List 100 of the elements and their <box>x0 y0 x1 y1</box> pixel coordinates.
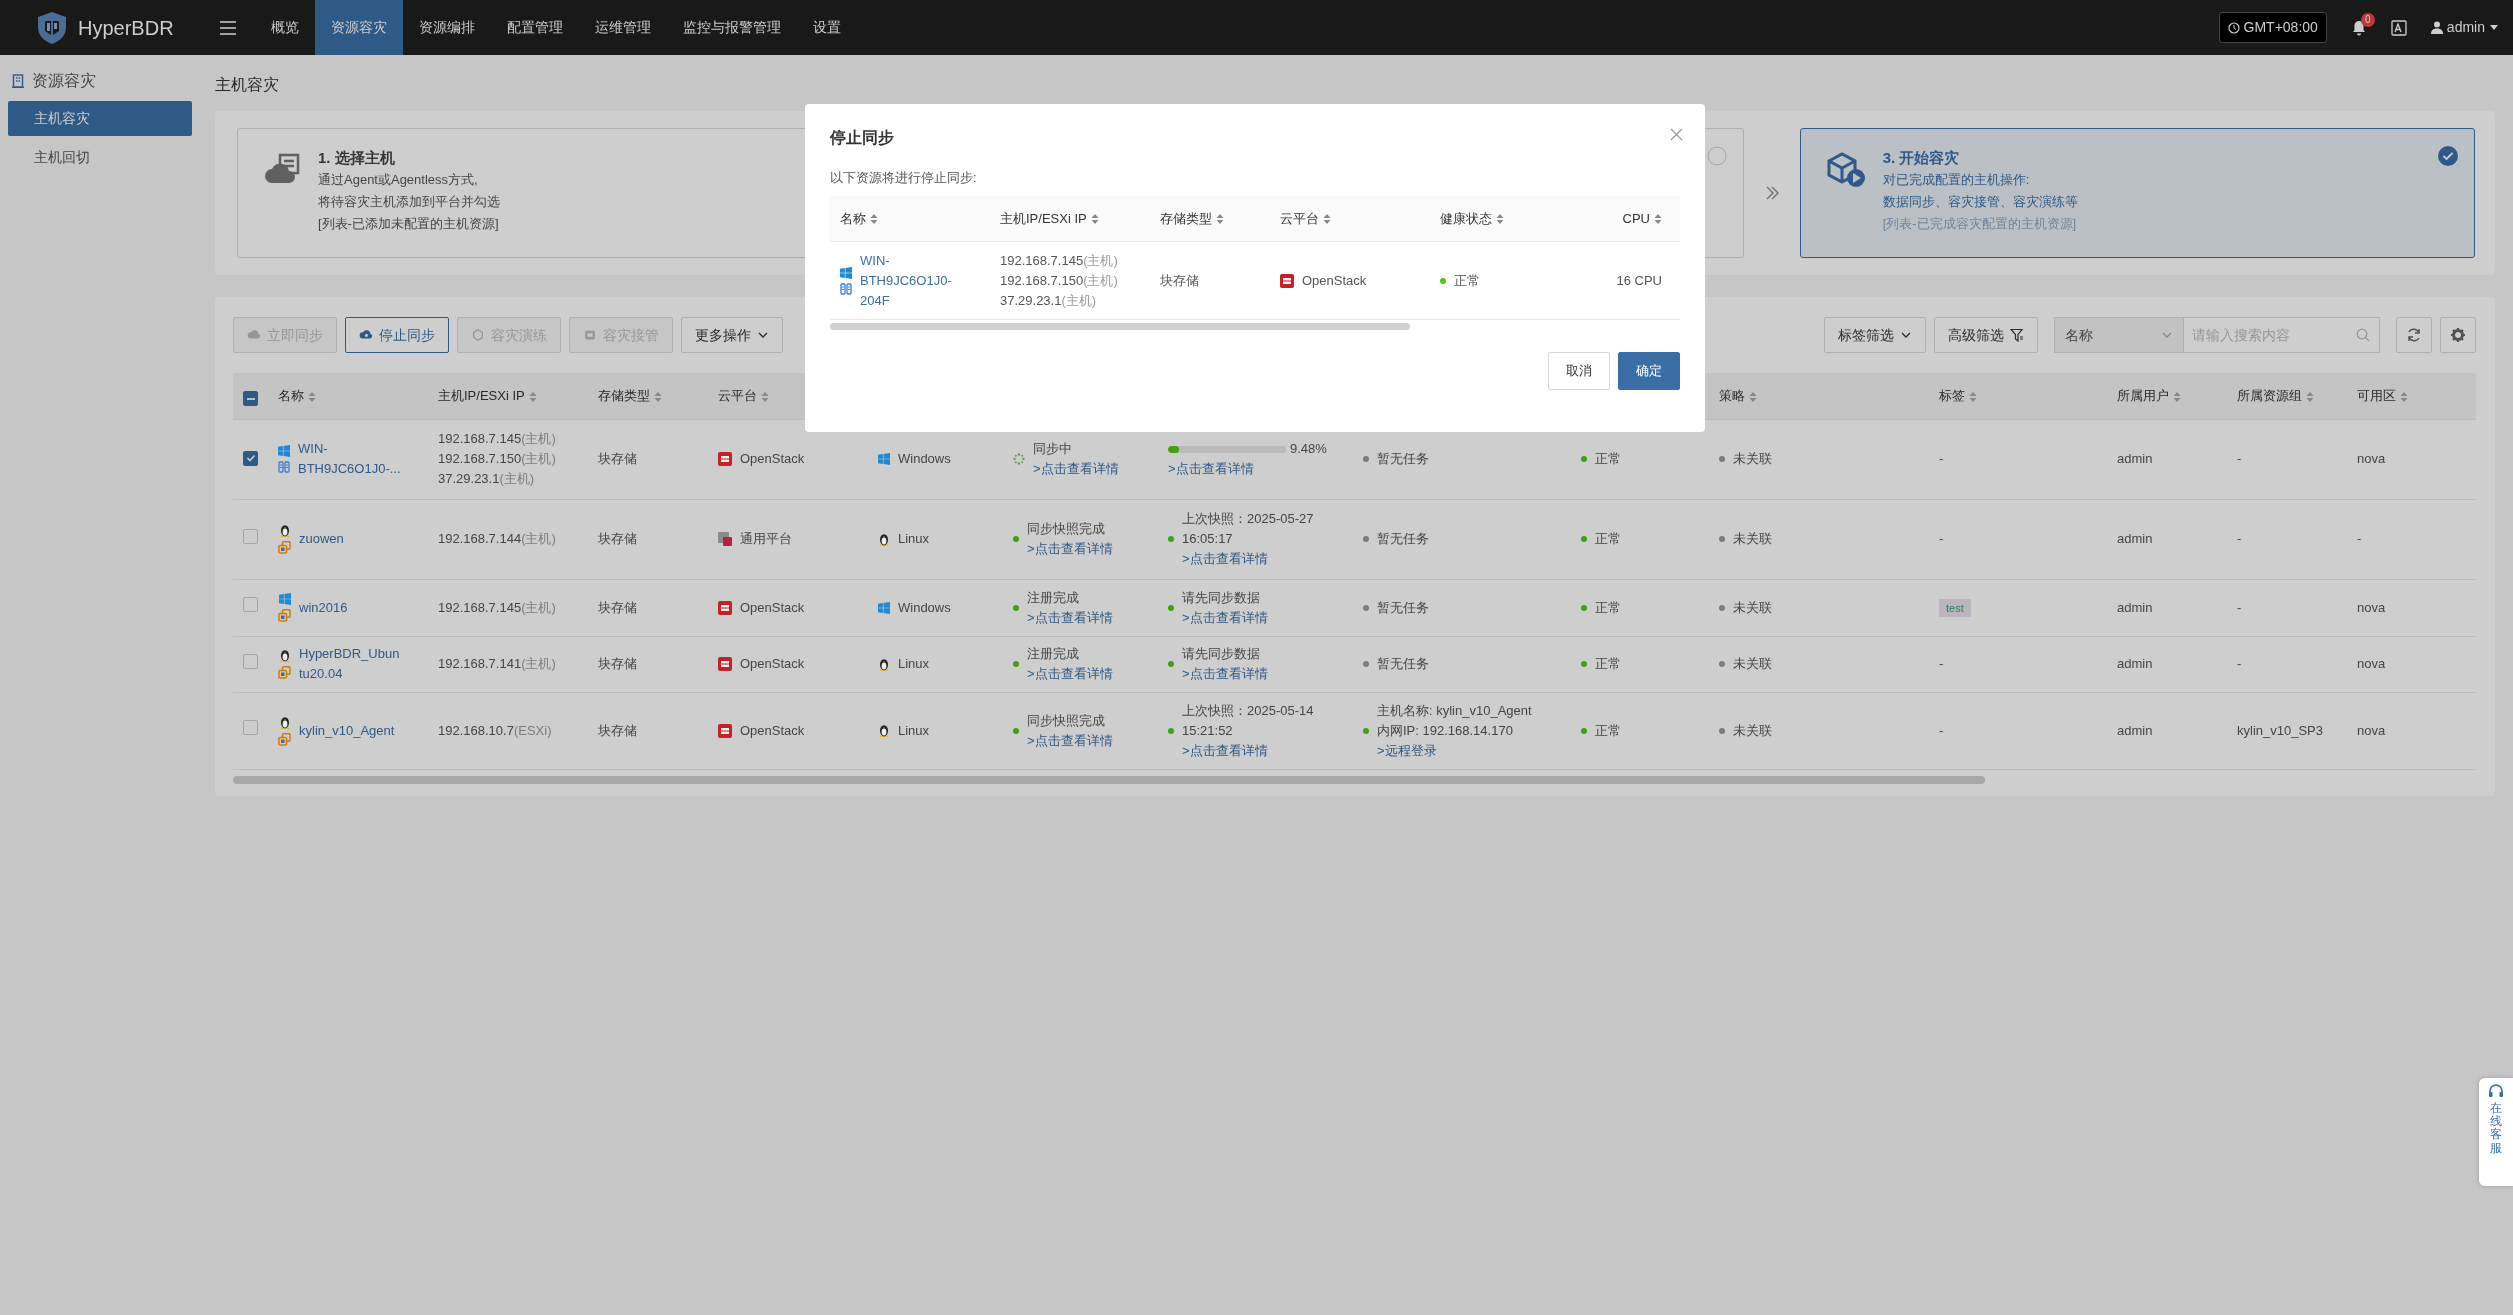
detail-link[interactable]: >点击查看详情 <box>1033 461 1119 476</box>
confirm-button[interactable]: 确定 <box>1618 352 1680 390</box>
menu-icon[interactable] <box>218 19 237 36</box>
chat-widget[interactable]: 在线客服 <box>2479 1078 2513 1186</box>
settings-button[interactable] <box>2440 317 2476 353</box>
step-note: [列表-已完成容灾配置的主机资源] <box>1882 215 2078 233</box>
close-button[interactable] <box>1670 128 1683 141</box>
sort-icon[interactable] <box>1969 390 1977 403</box>
refresh-button[interactable] <box>2396 317 2432 353</box>
sort-icon[interactable] <box>1749 390 1757 403</box>
page-title: 主机容灾 <box>215 75 280 95</box>
storage-type: 块存储 <box>598 722 637 738</box>
notification-badge: 0 <box>2360 12 2375 27</box>
host-name-link[interactable]: WIN- BTH9JC6O1J0-... <box>298 439 401 479</box>
radio-circle-icon[interactable] <box>1706 146 1727 167</box>
sort-icon[interactable] <box>1323 213 1331 226</box>
detail-link[interactable]: >点击查看详情 <box>1182 742 1268 758</box>
penguin-icon <box>878 532 890 546</box>
action-button[interactable]: 停止同步 <box>345 317 449 353</box>
host-name-link[interactable]: zuowen <box>299 529 344 549</box>
nav-tab[interactable]: 运维管理 <box>578 0 667 55</box>
table-cell: kylin_v10_SP3 <box>2237 722 2323 738</box>
detail-link[interactable]: >点击查看详情 <box>1027 541 1113 556</box>
sort-icon[interactable] <box>761 390 769 403</box>
task-info: 主机名称: kylin_v10_Agent <box>1377 701 1532 720</box>
timezone-display[interactable]: GMT+08:00 <box>2218 12 2327 43</box>
sort-icon[interactable] <box>2400 390 2408 403</box>
checkbox[interactable] <box>243 653 258 669</box>
column-header: 名称 <box>840 210 866 226</box>
filter-icon <box>2010 328 2024 342</box>
detail-link[interactable]: >点击查看详情 <box>1168 461 1254 476</box>
column-header: 存储类型 <box>598 388 650 403</box>
sort-icon[interactable] <box>870 213 878 226</box>
sort-icon[interactable] <box>2306 390 2314 403</box>
cancel-button[interactable]: 取消 <box>1548 352 1610 390</box>
checkbox[interactable] <box>243 597 258 612</box>
column-header: 云平台 <box>718 388 757 403</box>
caret-icon[interactable] <box>2489 23 2499 32</box>
sort-icon[interactable] <box>654 390 662 403</box>
sort-icon[interactable] <box>1216 213 1224 226</box>
host-name-link[interactable]: kylin_v10_Agent <box>299 720 395 741</box>
horizontal-scrollbar[interactable] <box>233 775 1985 784</box>
nav-tab[interactable]: 资源编排 <box>402 0 491 55</box>
checkbox[interactable] <box>243 450 258 466</box>
task-info: 暂无任务 <box>1377 530 1429 548</box>
advanced-filter-button[interactable]: 高级筛选 <box>1934 317 2038 353</box>
ip-address: 192.168.10.7(ESXi) <box>438 721 553 740</box>
host-name-link[interactable]: HyperBDR_Ubun tu20.04 <box>299 644 400 684</box>
detail-link[interactable]: >点击查看详情 <box>1027 609 1113 625</box>
remote-login-link[interactable]: >远程登录 <box>1377 742 1437 758</box>
nav-tab[interactable]: 概览 <box>254 0 315 55</box>
step-card[interactable]: 3. 开始容灾 对已完成配置的主机操作: 数据同步、容灾接管、容灾演练等 [列表-已完成容灾配置的主机资源] <box>1799 128 2475 258</box>
sort-icon[interactable] <box>2173 390 2181 403</box>
sort-icon[interactable] <box>1654 213 1662 226</box>
sidebar-item[interactable]: 主机回切 <box>8 140 192 175</box>
table-cell: - <box>1939 656 1944 671</box>
detail-link[interactable]: >点击查看详情 <box>1182 666 1268 681</box>
policy-status: 未关联 <box>1733 598 1772 617</box>
user-name[interactable]: admin <box>2446 17 2485 38</box>
windows-icon <box>840 266 852 279</box>
detail-link[interactable]: >点击查看详情 <box>1027 732 1113 748</box>
nav-tab[interactable]: 资源容灾 <box>314 0 403 55</box>
sort-icon[interactable] <box>528 390 537 403</box>
snapshot-info: 请先同步数据 <box>1182 645 1261 663</box>
ip-address: 192.168.7.141(主机) <box>438 655 557 673</box>
horizontal-scrollbar[interactable] <box>830 323 1410 330</box>
brand-name: HyperBDR <box>78 15 174 41</box>
step-title: 1. 选择主机 <box>318 148 396 168</box>
table-cell: - <box>2237 451 2242 466</box>
sort-icon[interactable] <box>1496 213 1504 226</box>
table-cell: - <box>1939 531 1944 546</box>
detail-link[interactable]: >点击查看详情 <box>1182 551 1268 566</box>
server-icon <box>278 461 290 473</box>
policy-status: 未关联 <box>1733 450 1772 468</box>
windows-icon <box>278 593 291 605</box>
tag-filter-dropdown[interactable]: 标签筛选 <box>1824 317 1926 353</box>
more-actions-dropdown[interactable]: 更多操作 <box>681 317 783 353</box>
nav-tab[interactable]: 设置 <box>796 0 857 55</box>
chat-label[interactable]: 在线客服 <box>2490 1102 2502 1155</box>
cloud-platform-name: OpenStack <box>740 598 805 617</box>
host-name-link[interactable]: win2016 <box>299 597 348 618</box>
checkbox[interactable] <box>243 391 258 406</box>
storage-type: 块存储 <box>598 599 637 615</box>
bell-icon[interactable] <box>2350 19 2367 36</box>
checkbox[interactable] <box>243 528 258 544</box>
search-field-select[interactable]: 名称 <box>2054 317 2184 353</box>
translate-icon[interactable] <box>2390 19 2407 36</box>
refresh-icon <box>2406 327 2422 343</box>
sync-status: 注册完成 <box>1027 588 1080 607</box>
detail-link[interactable]: >点击查看详情 <box>1182 609 1268 625</box>
sidebar-item[interactable]: 主机容灾 <box>8 101 192 136</box>
nav-tab[interactable]: 配置管理 <box>490 0 579 55</box>
detail-link[interactable]: >点击查看详情 <box>1027 666 1113 681</box>
sort-icon[interactable] <box>1090 213 1099 226</box>
step-description: 将待容灾主机添加到平台并勾选 <box>318 193 500 211</box>
status-dot <box>1013 727 1019 734</box>
sort-icon[interactable] <box>308 390 316 403</box>
checkbox[interactable] <box>243 720 258 735</box>
sync-status: 同步快照完成 <box>1027 711 1106 730</box>
nav-tab[interactable]: 监控与报警管理 <box>666 0 797 55</box>
